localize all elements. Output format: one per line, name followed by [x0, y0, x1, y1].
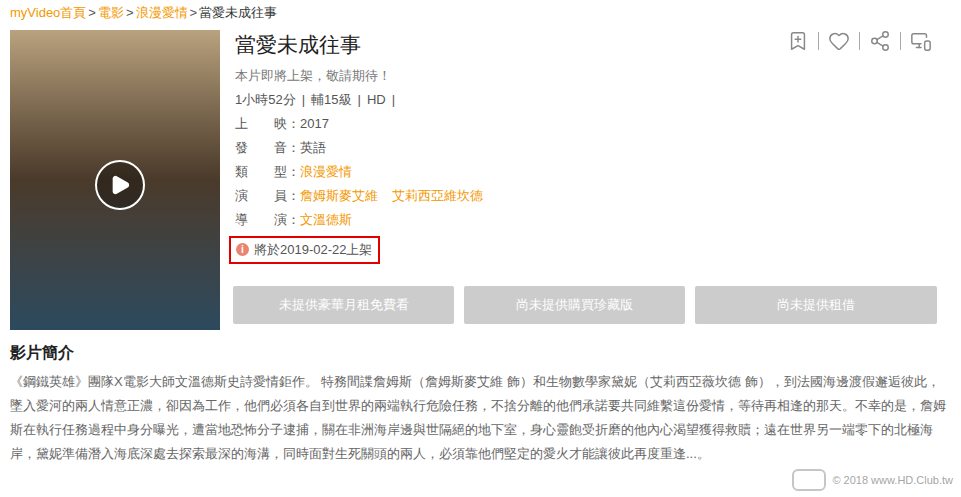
page: myVideo首頁>電影>浪漫愛情>當愛未成往事當愛未成往事本片即將上架，敬請期…	[0, 0, 961, 497]
meta-line: 1小時52分|輔15級|HD|	[235, 88, 941, 112]
breadcrumb: myVideo首頁>電影>浪漫愛情>當愛未成往事	[0, 0, 961, 24]
meta-item: 輔15級	[311, 88, 351, 112]
movie-info: 當愛未成往事本片即將上架，敬請期待！1小時52分|輔15級|HD|上 映：201…	[235, 30, 961, 330]
breadcrumb-separator: >	[88, 3, 96, 23]
meta-item: 1小時52分	[235, 88, 296, 112]
detail-value[interactable]: 文溫德斯	[300, 208, 352, 232]
watermark-logo-icon	[792, 469, 826, 491]
meta-separator: |	[392, 88, 395, 112]
breadcrumb-item: 當愛未成往事	[199, 3, 277, 23]
play-button[interactable]	[95, 160, 145, 210]
detail-row: 導 演：文溫德斯	[235, 208, 941, 232]
watermark: © 2018 www.HD.Club.tw	[792, 469, 953, 491]
breadcrumb-separator: >	[190, 3, 198, 23]
action-button: 未提供豪華月租免費看	[233, 286, 454, 324]
action-buttons: 未提供豪華月租免費看尚未提供購買珍藏版尚未提供租借	[233, 286, 941, 324]
detail-value[interactable]: 艾莉西亞維坎德	[392, 184, 483, 208]
meta-item: HD	[367, 88, 386, 112]
release-notice: i 將於2019-02-22上架	[229, 236, 380, 264]
detail-value[interactable]: 詹姆斯麥艾維	[300, 184, 378, 208]
status-text: 本片即將上架，敬請期待！	[235, 66, 941, 86]
meta-separator: |	[302, 88, 305, 112]
detail-row: 發 音：英語	[235, 136, 941, 160]
devices-icon[interactable]	[910, 30, 932, 52]
poster[interactable]	[10, 30, 220, 330]
release-date: 將於2019-02-22上架	[254, 240, 373, 260]
detail-label: 發 音：	[235, 136, 300, 160]
breadcrumb-separator: >	[126, 3, 134, 23]
detail-row: 上 映：2017	[235, 112, 941, 136]
synopsis: 影片簡介《鋼鐵英雄》團隊X電影大師文溫德斯史詩愛情鉅作。 特務間諜詹姆斯（詹姆斯…	[0, 340, 961, 466]
info-icon: i	[236, 243, 249, 256]
detail-value[interactable]: 浪漫愛情	[300, 160, 352, 184]
share-icon[interactable]	[869, 30, 891, 52]
action-icons	[778, 32, 941, 50]
detail-row: 類 型：浪漫愛情	[235, 160, 941, 184]
action-button: 尚未提供購買珍藏版	[464, 286, 685, 324]
detail-value: 2017	[300, 112, 329, 136]
detail-label: 導 演：	[235, 208, 300, 232]
breadcrumb-item[interactable]: myVideo首頁	[10, 3, 86, 23]
movie-title: 當愛未成往事	[235, 30, 361, 60]
breadcrumb-item[interactable]: 浪漫愛情	[136, 3, 188, 23]
movie-header: 當愛未成往事本片即將上架，敬請期待！1小時52分|輔15級|HD|上 映：201…	[0, 24, 961, 330]
watermark-text: © 2018 www.HD.Club.tw	[832, 472, 953, 489]
synopsis-heading: 影片簡介	[10, 340, 951, 366]
detail-label: 演 員：	[235, 184, 300, 208]
meta-separator: |	[358, 88, 361, 112]
breadcrumb-item[interactable]: 電影	[98, 3, 124, 23]
action-button: 尚未提供租借	[695, 286, 937, 324]
detail-value: 英語	[300, 136, 326, 160]
detail-label: 類 型：	[235, 160, 300, 184]
synopsis-body: 《鋼鐵英雄》團隊X電影大師文溫德斯史詩愛情鉅作。 特務間諜詹姆斯（詹姆斯麥艾維 …	[10, 370, 951, 466]
bookmark-plus-icon[interactable]	[787, 30, 809, 52]
detail-label: 上 映：	[235, 112, 300, 136]
play-icon	[109, 174, 131, 196]
heart-icon[interactable]	[828, 30, 850, 52]
detail-row: 演 員：詹姆斯麥艾維艾莉西亞維坎德	[235, 184, 941, 208]
